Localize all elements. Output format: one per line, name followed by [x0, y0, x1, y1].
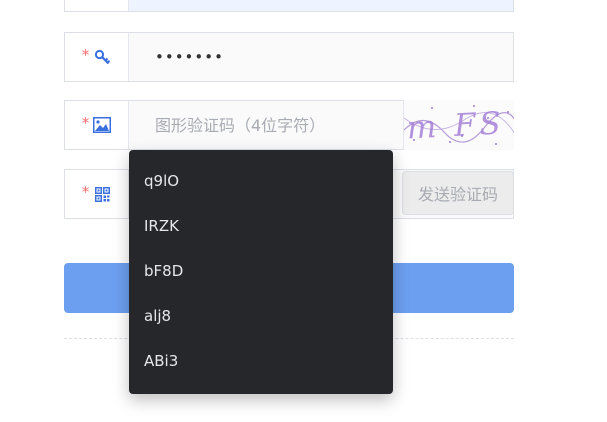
qrcode-icon	[93, 185, 111, 203]
autocomplete-option[interactable]: bF8D	[129, 249, 393, 294]
required-mark: *	[81, 182, 90, 201]
captcha-image-text: m FS	[406, 105, 506, 146]
send-code-button[interactable]: 发送验证码	[402, 171, 514, 215]
key-icon	[93, 48, 111, 66]
autocomplete-option[interactable]: alj8	[129, 294, 393, 339]
password-prefix: *	[65, 33, 129, 81]
autocomplete-option[interactable]: q9lO	[129, 159, 393, 204]
required-mark: *	[81, 113, 90, 132]
captcha-image[interactable]: m FS	[403, 100, 514, 150]
autocomplete-dropdown: q9lO IRZK bF8D alj8 ABi3	[129, 150, 393, 394]
autocomplete-option[interactable]: IRZK	[129, 204, 393, 249]
sms-prefix: *	[65, 170, 129, 218]
image-icon	[93, 116, 112, 134]
captcha-prefix: *	[65, 101, 129, 149]
captcha-input[interactable]	[129, 101, 392, 149]
autocomplete-option[interactable]: ABi3	[129, 339, 393, 384]
top-input[interactable]	[129, 0, 513, 11]
required-mark: *	[81, 45, 90, 64]
password-field[interactable]	[129, 33, 513, 81]
top-row-prefix	[65, 0, 129, 11]
password-row: *	[64, 32, 514, 82]
top-form-row	[64, 0, 514, 12]
captcha-row: * m FS	[64, 100, 514, 150]
